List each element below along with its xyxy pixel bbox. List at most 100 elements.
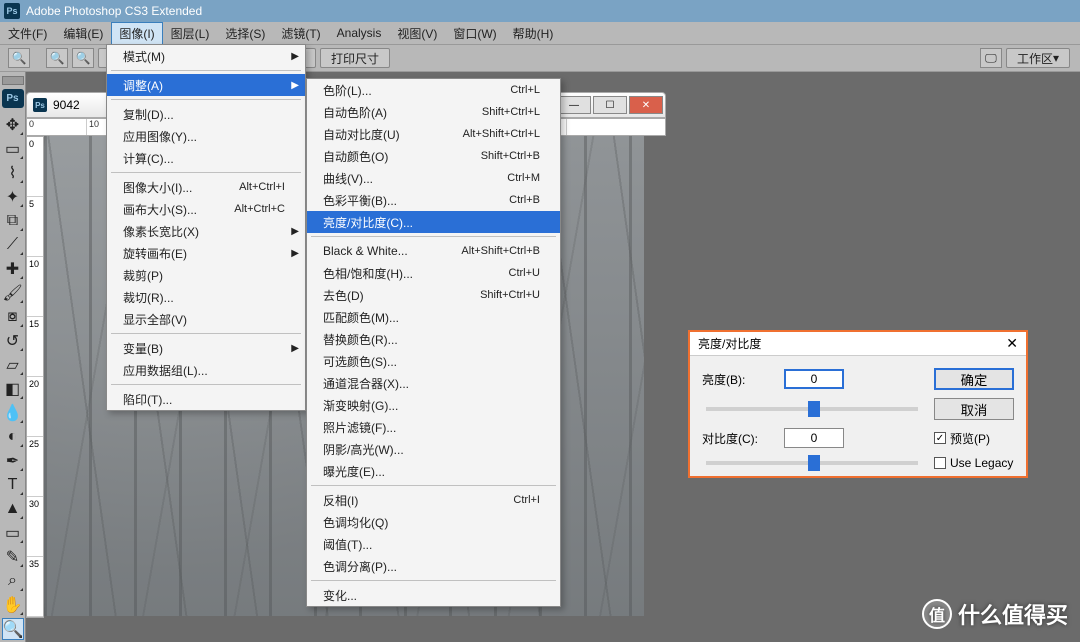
lasso-tool[interactable]: ⌇	[2, 162, 24, 184]
menu-编辑e[interactable]: 编辑(E)	[55, 22, 111, 45]
legacy-checkbox[interactable]: Use Legacy	[934, 456, 1014, 470]
type-tool[interactable]: T	[2, 474, 24, 496]
app-titlebar: Ps Adobe Photoshop CS3 Extended	[0, 0, 1080, 22]
menu-item[interactable]: 反相(I)Ctrl+I	[307, 489, 560, 511]
menu-analysis[interactable]: Analysis	[329, 23, 390, 43]
menu-窗口w[interactable]: 窗口(W)	[445, 22, 504, 45]
menu-item[interactable]: 自动色阶(A)Shift+Ctrl+L	[307, 101, 560, 123]
menu-item[interactable]: 去色(D)Shift+Ctrl+U	[307, 284, 560, 306]
ps-mini-icon: Ps	[33, 98, 47, 112]
menu-item[interactable]: 图像大小(I)...Alt+Ctrl+I	[107, 176, 305, 198]
slider-thumb[interactable]	[808, 455, 820, 471]
menu-item[interactable]: 曝光度(E)...	[307, 460, 560, 482]
menu-item[interactable]: 裁剪(P)	[107, 264, 305, 286]
pen-tool[interactable]: ✒	[2, 450, 24, 472]
menu-item[interactable]: 亮度/对比度(C)...	[307, 211, 560, 233]
menu-item[interactable]: 应用数据组(L)...	[107, 359, 305, 381]
menu-图层l[interactable]: 图层(L)	[163, 22, 218, 45]
shape-tool[interactable]: ▭	[2, 522, 24, 544]
menu-item[interactable]: 画布大小(S)...Alt+Ctrl+C	[107, 198, 305, 220]
workspace-button[interactable]: 工作区 ▾	[1006, 48, 1070, 68]
menu-视图v[interactable]: 视图(V)	[389, 22, 445, 45]
ps-badge-icon: Ps	[2, 89, 24, 108]
hand-tool[interactable]: ✋	[2, 594, 24, 616]
zoom-tool-icon[interactable]: 🔍	[8, 48, 30, 68]
notes-tool[interactable]: ✎	[2, 546, 24, 568]
marquee-tool[interactable]: ▭	[2, 138, 24, 160]
zoom-out-icon[interactable]: 🔍	[72, 48, 94, 68]
menu-item[interactable]: 显示全部(V)	[107, 308, 305, 330]
dialog-close-icon[interactable]: ✕	[1006, 335, 1018, 352]
menu-item[interactable]: 像素长宽比(X)▶	[107, 220, 305, 242]
menu-item[interactable]: 复制(D)...	[107, 103, 305, 125]
preview-checkbox[interactable]: ✓预览(P)	[934, 430, 1014, 447]
document-title: 9042	[53, 98, 80, 112]
cancel-button[interactable]: 取消	[934, 398, 1014, 420]
zoom-tool[interactable]: 🔍	[2, 618, 24, 640]
stamp-tool[interactable]: ⧇	[2, 306, 24, 328]
eyedropper-tool[interactable]: ⌕	[2, 570, 24, 592]
menu-item[interactable]: 色调分离(P)...	[307, 555, 560, 577]
menu-item[interactable]: 阴影/高光(W)...	[307, 438, 560, 460]
brightness-slider[interactable]	[706, 407, 918, 411]
zoom-in-icon[interactable]: 🔍	[46, 48, 68, 68]
menu-item[interactable]: 旋转画布(E)▶	[107, 242, 305, 264]
menu-item[interactable]: 变量(B)▶	[107, 337, 305, 359]
dialog-titlebar[interactable]: 亮度/对比度 ✕	[690, 332, 1026, 356]
close-button[interactable]: ✕	[629, 96, 663, 114]
brightness-input[interactable]	[784, 369, 844, 389]
blur-tool[interactable]: 💧	[2, 402, 24, 424]
menu-item[interactable]: 模式(M)▶	[107, 45, 305, 67]
menu-item[interactable]: 通道混合器(X)...	[307, 372, 560, 394]
move-tool[interactable]: ✥	[2, 114, 24, 136]
minimize-button[interactable]: —	[557, 96, 591, 114]
menu-item[interactable]: 曲线(V)...Ctrl+M	[307, 167, 560, 189]
menu-item[interactable]: Black & White...Alt+Shift+Ctrl+B	[307, 240, 560, 262]
menu-滤镜t[interactable]: 滤镜(T)	[273, 22, 328, 45]
contrast-slider[interactable]	[706, 461, 918, 465]
menu-item[interactable]: 裁切(R)...	[107, 286, 305, 308]
image-menu-dropdown: 模式(M)▶ 调整(A)▶ 复制(D)...应用图像(Y)...计算(C)... 图像…	[106, 44, 306, 411]
menu-item[interactable]: 自动颜色(O)Shift+Ctrl+B	[307, 145, 560, 167]
slice-tool[interactable]: ⟋	[2, 234, 24, 256]
tools-toggle[interactable]	[2, 76, 24, 85]
menu-item[interactable]: 自动对比度(U)Alt+Shift+Ctrl+L	[307, 123, 560, 145]
screen-mode-icon[interactable]: 🖵	[980, 48, 1002, 68]
menu-item[interactable]: 渐变映射(G)...	[307, 394, 560, 416]
print-size-button[interactable]: 打印尺寸	[320, 48, 390, 68]
menu-item[interactable]: 照片滤镜(F)...	[307, 416, 560, 438]
menu-item[interactable]: 色阶(L)...Ctrl+L	[307, 79, 560, 101]
menu-bar: 文件(F)编辑(E)图像(I)图层(L)选择(S)滤镜(T)Analysis视图…	[0, 22, 1080, 44]
dodge-tool[interactable]: ◐	[2, 426, 24, 448]
gradient-tool[interactable]: ◧	[2, 378, 24, 400]
brush-tool[interactable]: 🖌	[2, 282, 24, 304]
slider-thumb[interactable]	[808, 401, 820, 417]
tools-panel: Ps ✥▭⌇✦⧉⟋✚🖌⧇↺▱◧💧◐✒T▲▭✎⌕✋🔍	[0, 72, 26, 642]
menu-item[interactable]: 计算(C)...	[107, 147, 305, 169]
spot-heal-tool[interactable]: ✚	[2, 258, 24, 280]
menu-item[interactable]: 可选颜色(S)...	[307, 350, 560, 372]
path-select-tool[interactable]: ▲	[2, 498, 24, 520]
menu-图像i[interactable]: 图像(I)	[111, 22, 162, 45]
crop-tool[interactable]: ⧉	[2, 210, 24, 232]
menu-item[interactable]: 色调均化(Q)	[307, 511, 560, 533]
maximize-button[interactable]: ☐	[593, 96, 627, 114]
menu-item[interactable]: 色相/饱和度(H)...Ctrl+U	[307, 262, 560, 284]
menu-item[interactable]: 陷印(T)...	[107, 388, 305, 410]
menu-item[interactable]: 调整(A)▶	[107, 74, 305, 96]
menu-item[interactable]: 色彩平衡(B)...Ctrl+B	[307, 189, 560, 211]
ps-logo-icon: Ps	[4, 3, 20, 19]
menu-item[interactable]: 匹配颜色(M)...	[307, 306, 560, 328]
eraser-tool[interactable]: ▱	[2, 354, 24, 376]
menu-item[interactable]: 阈值(T)...	[307, 533, 560, 555]
menu-选择s[interactable]: 选择(S)	[217, 22, 273, 45]
menu-item[interactable]: 替换颜色(R)...	[307, 328, 560, 350]
menu-item[interactable]: 应用图像(Y)...	[107, 125, 305, 147]
menu-item[interactable]: 变化...	[307, 584, 560, 606]
ok-button[interactable]: 确定	[934, 368, 1014, 390]
wand-tool[interactable]: ✦	[2, 186, 24, 208]
menu-帮助h[interactable]: 帮助(H)	[505, 22, 562, 45]
history-brush-tool[interactable]: ↺	[2, 330, 24, 352]
contrast-input[interactable]	[784, 428, 844, 448]
menu-文件f[interactable]: 文件(F)	[0, 22, 55, 45]
